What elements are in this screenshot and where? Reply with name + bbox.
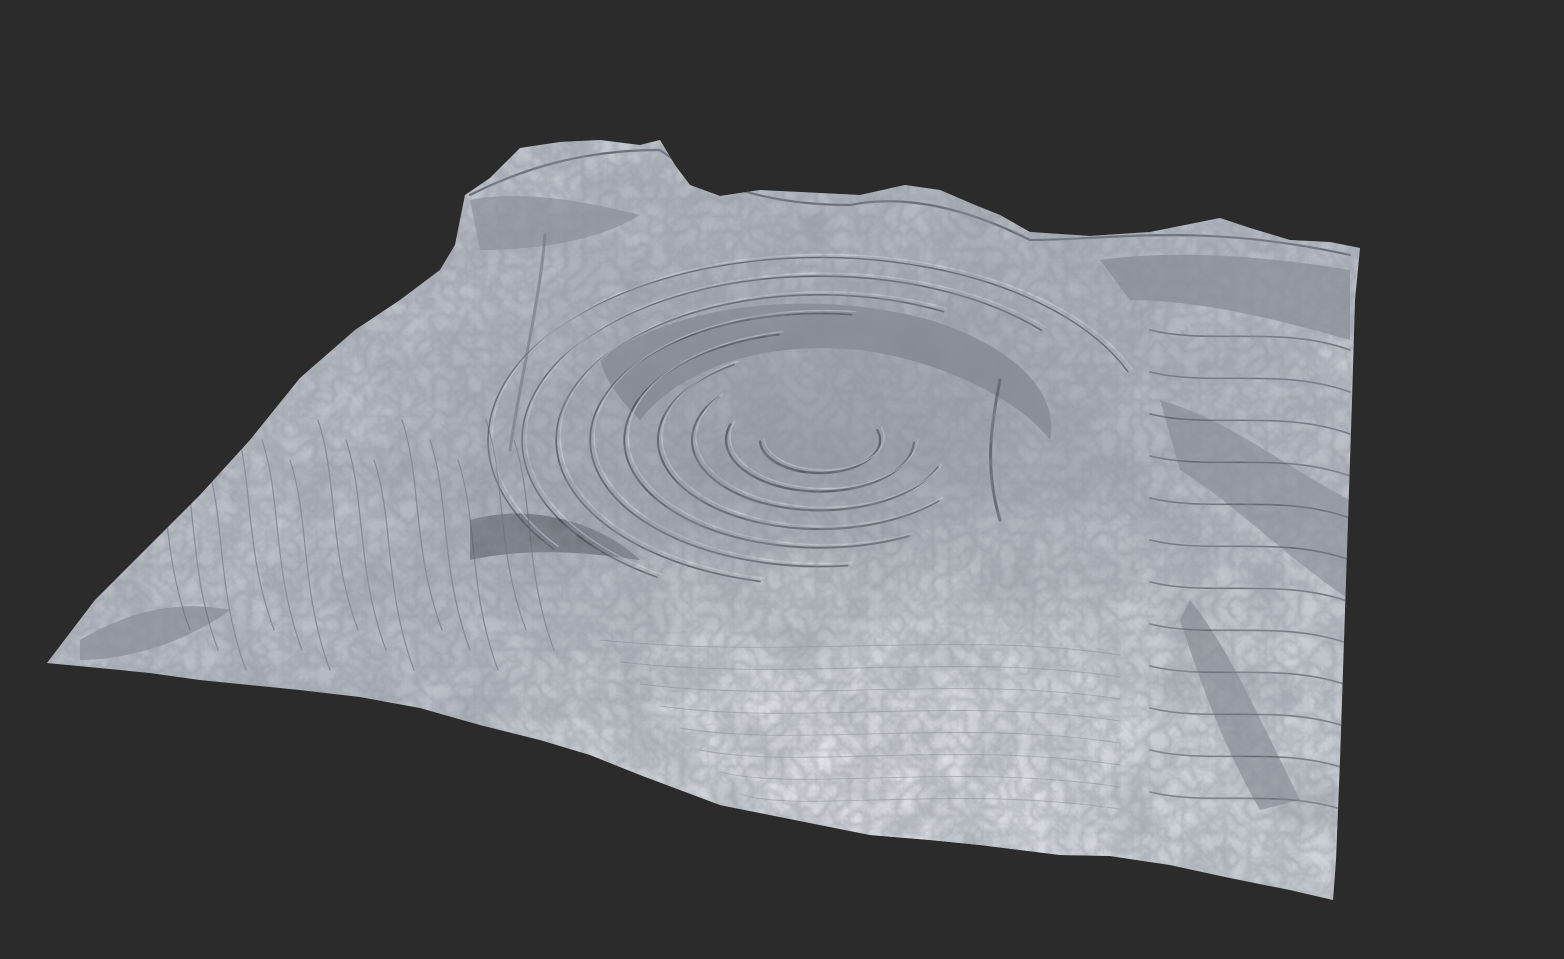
- terrain-render: [47, 140, 1360, 900]
- 3d-viewport[interactable]: [0, 0, 1564, 959]
